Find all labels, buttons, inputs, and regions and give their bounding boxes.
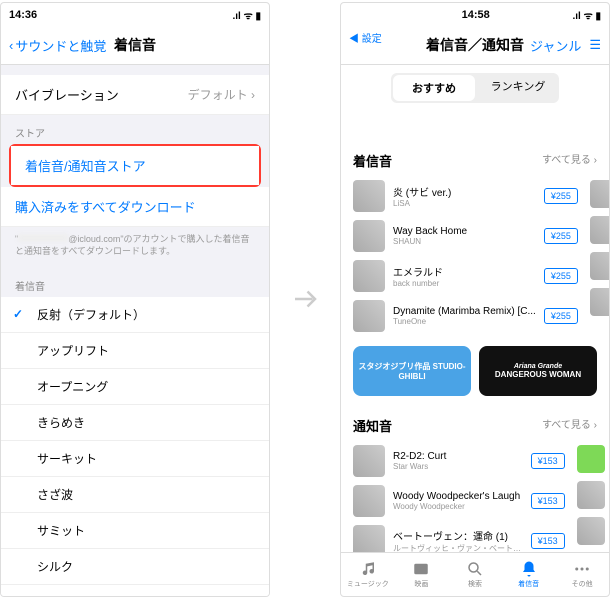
store-item[interactable]: R2-D2: CurtStar Wars¥153 [341, 441, 577, 481]
price-button[interactable]: ¥153 [531, 453, 565, 469]
label: 着信音 [353, 151, 392, 170]
label: 購入済みをすべてダウンロード [15, 197, 196, 216]
banner-dangerous-woman[interactable]: Ariana GrandeDANGEROUS WOMAN [479, 346, 597, 396]
tab-ringtones[interactable]: 着信音 [502, 553, 556, 596]
navbar: 着信音／通知音 ジャンル ☰ [341, 27, 609, 65]
highlight-box: 着信音/通知音ストア [9, 144, 261, 187]
row-vibration[interactable]: バイブレーション デフォルト › [1, 75, 269, 115]
store-item[interactable]: ベートーヴェン：運命 (1)ルートヴィッヒ・ヴァン・ベート…¥153 [341, 521, 577, 552]
section-store: ストア [1, 115, 269, 144]
tab-more[interactable]: その他 [555, 553, 609, 596]
time: 14:58 [462, 9, 490, 21]
row-tone-store[interactable]: 着信音/通知音ストア [11, 146, 259, 185]
store-item[interactable]: エメラルドback number¥255 [341, 256, 590, 296]
time: 14:36 [9, 9, 37, 21]
thumb [353, 300, 385, 332]
phone-right: 14:58 .ıl ᯤ ▮ ◀ 設定 着信音／通知音 ジャンル ☰ おすすめ ラ… [340, 2, 610, 597]
price-button[interactable]: ¥255 [544, 188, 578, 204]
store-body: 着信音 すべて見る › 炎 (サビ ver.)LiSA¥255 Way Back… [341, 111, 609, 552]
thumb [353, 445, 385, 477]
tone-item[interactable]: きらめき [1, 405, 269, 441]
tab-music[interactable]: ミュージック [341, 553, 395, 596]
store-item[interactable]: 炎 (サビ ver.)LiSA¥255 [341, 176, 590, 216]
redacted [18, 234, 68, 242]
store-item[interactable]: Woody Woodpecker's LaughWoody Woodpecker… [341, 481, 577, 521]
banner-row: スタジオジブリ作品 STUDIO-GHIBLI Ariana GrandeDAN… [341, 336, 609, 406]
price-button[interactable]: ¥255 [544, 268, 578, 284]
statusbar: 14:58 .ıl ᯤ ▮ [341, 3, 609, 27]
tone-item[interactable]: オープニング [1, 369, 269, 405]
genre-button[interactable]: ジャンル [530, 36, 581, 55]
footnote: "@icloud.com"のアカウントで購入した着信音と通知音をすべてダウンロー… [1, 227, 269, 268]
seg-ranking[interactable]: ランキング [477, 73, 559, 103]
page-title: 着信音／通知音 [426, 35, 524, 55]
thumb [353, 260, 385, 292]
section-ringtone: 着信音 [1, 268, 269, 297]
thumb [353, 180, 385, 212]
phone-left: 14:36 .ıl ᯤ ▮ ‹ サウンドと触覚 着信音 バイブレーション デフォ… [0, 2, 270, 597]
tone-item[interactable]: さざ波 [1, 477, 269, 513]
section-notifications: 通知音 すべて見る › [341, 406, 609, 441]
tone-item[interactable]: 反射（デフォルト） [1, 297, 269, 333]
thumb [353, 525, 385, 552]
label: バイブレーション [15, 85, 119, 104]
tone-item[interactable]: アップリフト [1, 333, 269, 369]
settings-list: バイブレーション デフォルト › ストア 着信音/通知音ストア 購入済みをすべて… [1, 65, 269, 596]
banner-ghibli[interactable]: スタジオジブリ作品 STUDIO-GHIBLI [353, 346, 471, 396]
status-icons: .ıl ᯤ ▮ [572, 8, 601, 22]
tone-item[interactable]: サーキット [1, 441, 269, 477]
back-label: サウンドと触覚 [15, 36, 106, 55]
statusbar: 14:36 .ıl ᯤ ▮ [1, 3, 269, 27]
seg-featured[interactable]: おすすめ [393, 75, 475, 101]
see-all-button[interactable]: すべて見る › [542, 151, 597, 170]
tone-item[interactable]: サミット [1, 513, 269, 549]
tabbar: ミュージック 映画 検索 着信音 その他 [341, 552, 609, 596]
thumb [353, 485, 385, 517]
navbar: ‹ サウンドと触覚 着信音 [1, 27, 269, 65]
price-button[interactable]: ¥255 [544, 308, 578, 324]
tab-movies[interactable]: 映画 [395, 553, 449, 596]
store-item[interactable]: Dynamite (Marimba Remix) [C...TuneOne¥25… [341, 296, 590, 336]
tone-item[interactable]: スターゲイズ [1, 585, 269, 596]
value: デフォルト › [188, 86, 255, 103]
back-button[interactable]: ‹ サウンドと触覚 [9, 36, 106, 55]
label: 着信音/通知音ストア [25, 156, 146, 175]
tab-search[interactable]: 検索 [448, 553, 502, 596]
list-icon[interactable]: ☰ [589, 37, 601, 53]
row-download-all[interactable]: 購入済みをすべてダウンロード [1, 187, 269, 227]
segment-control: おすすめ ランキング [391, 73, 559, 103]
section-ringtones: 着信音 すべて見る › [341, 141, 609, 176]
chevron-left-icon: ‹ [9, 38, 13, 53]
page-title: 着信音 [114, 35, 156, 55]
price-button[interactable]: ¥255 [544, 228, 578, 244]
thumb [353, 220, 385, 252]
status-icons: .ıl ᯤ ▮ [232, 8, 261, 22]
arrow-icon [290, 279, 320, 319]
price-button[interactable]: ¥153 [531, 493, 565, 509]
see-all-button[interactable]: すべて見る › [542, 416, 597, 435]
tone-item[interactable]: シルク [1, 549, 269, 585]
store-item[interactable]: Way Back HomeSHAUN¥255 [341, 216, 590, 256]
price-button[interactable]: ¥153 [531, 533, 565, 549]
label: 通知音 [353, 416, 392, 435]
